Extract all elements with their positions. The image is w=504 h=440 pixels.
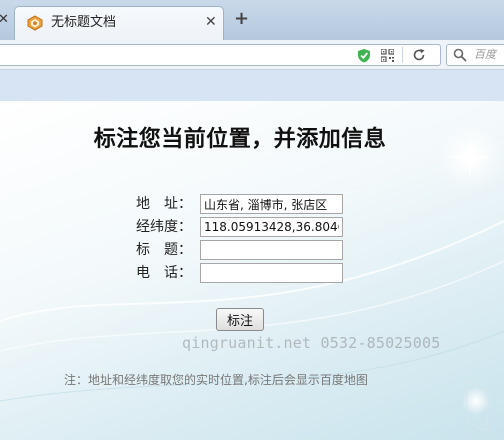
- address-label: 地 址：: [136, 196, 192, 212]
- phone-label: 电 话：: [136, 265, 192, 281]
- watermark: qingruanit.net 0532-85025005: [182, 334, 441, 352]
- address-bar[interactable]: [0, 44, 441, 66]
- search-placeholder: 百度: [474, 48, 496, 61]
- favicon-icon: [27, 15, 43, 31]
- address-field[interactable]: [200, 194, 343, 214]
- search-input[interactable]: 百度: [446, 44, 504, 66]
- tab-active[interactable]: 无标题文档 ✕: [14, 6, 224, 40]
- page-content: 标注您当前位置，并添加信息 地 址： 经纬度： 标 题： 电 话： 标注 qin…: [0, 101, 504, 440]
- tab-strip: ✕ 无标题文档 ✕ +: [0, 0, 504, 40]
- title-label: 标 题：: [136, 242, 192, 258]
- search-icon: [453, 48, 467, 62]
- new-tab-button[interactable]: +: [234, 9, 249, 29]
- url-divider: [402, 47, 403, 63]
- previous-tab-close-icon[interactable]: ✕: [0, 12, 12, 28]
- title-field[interactable]: [200, 240, 343, 260]
- qr-code-icon[interactable]: [381, 49, 394, 62]
- shield-icon[interactable]: [357, 48, 371, 63]
- coordinates-field[interactable]: [200, 217, 343, 237]
- page-title: 标注您当前位置，并添加信息: [93, 127, 387, 152]
- note-text: 注：地址和经纬度取您的实时位置,标注后会显示百度地图: [64, 373, 368, 387]
- reload-icon[interactable]: [412, 48, 426, 62]
- toolbar-strip: [0, 70, 504, 101]
- navigation-bar: 百度: [0, 40, 504, 70]
- tab-title: 无标题文档: [51, 15, 117, 30]
- phone-field[interactable]: [200, 263, 343, 283]
- mark-button[interactable]: 标注: [216, 308, 264, 331]
- tab-close-icon[interactable]: ✕: [205, 14, 217, 30]
- coordinates-label: 经纬度：: [136, 219, 192, 235]
